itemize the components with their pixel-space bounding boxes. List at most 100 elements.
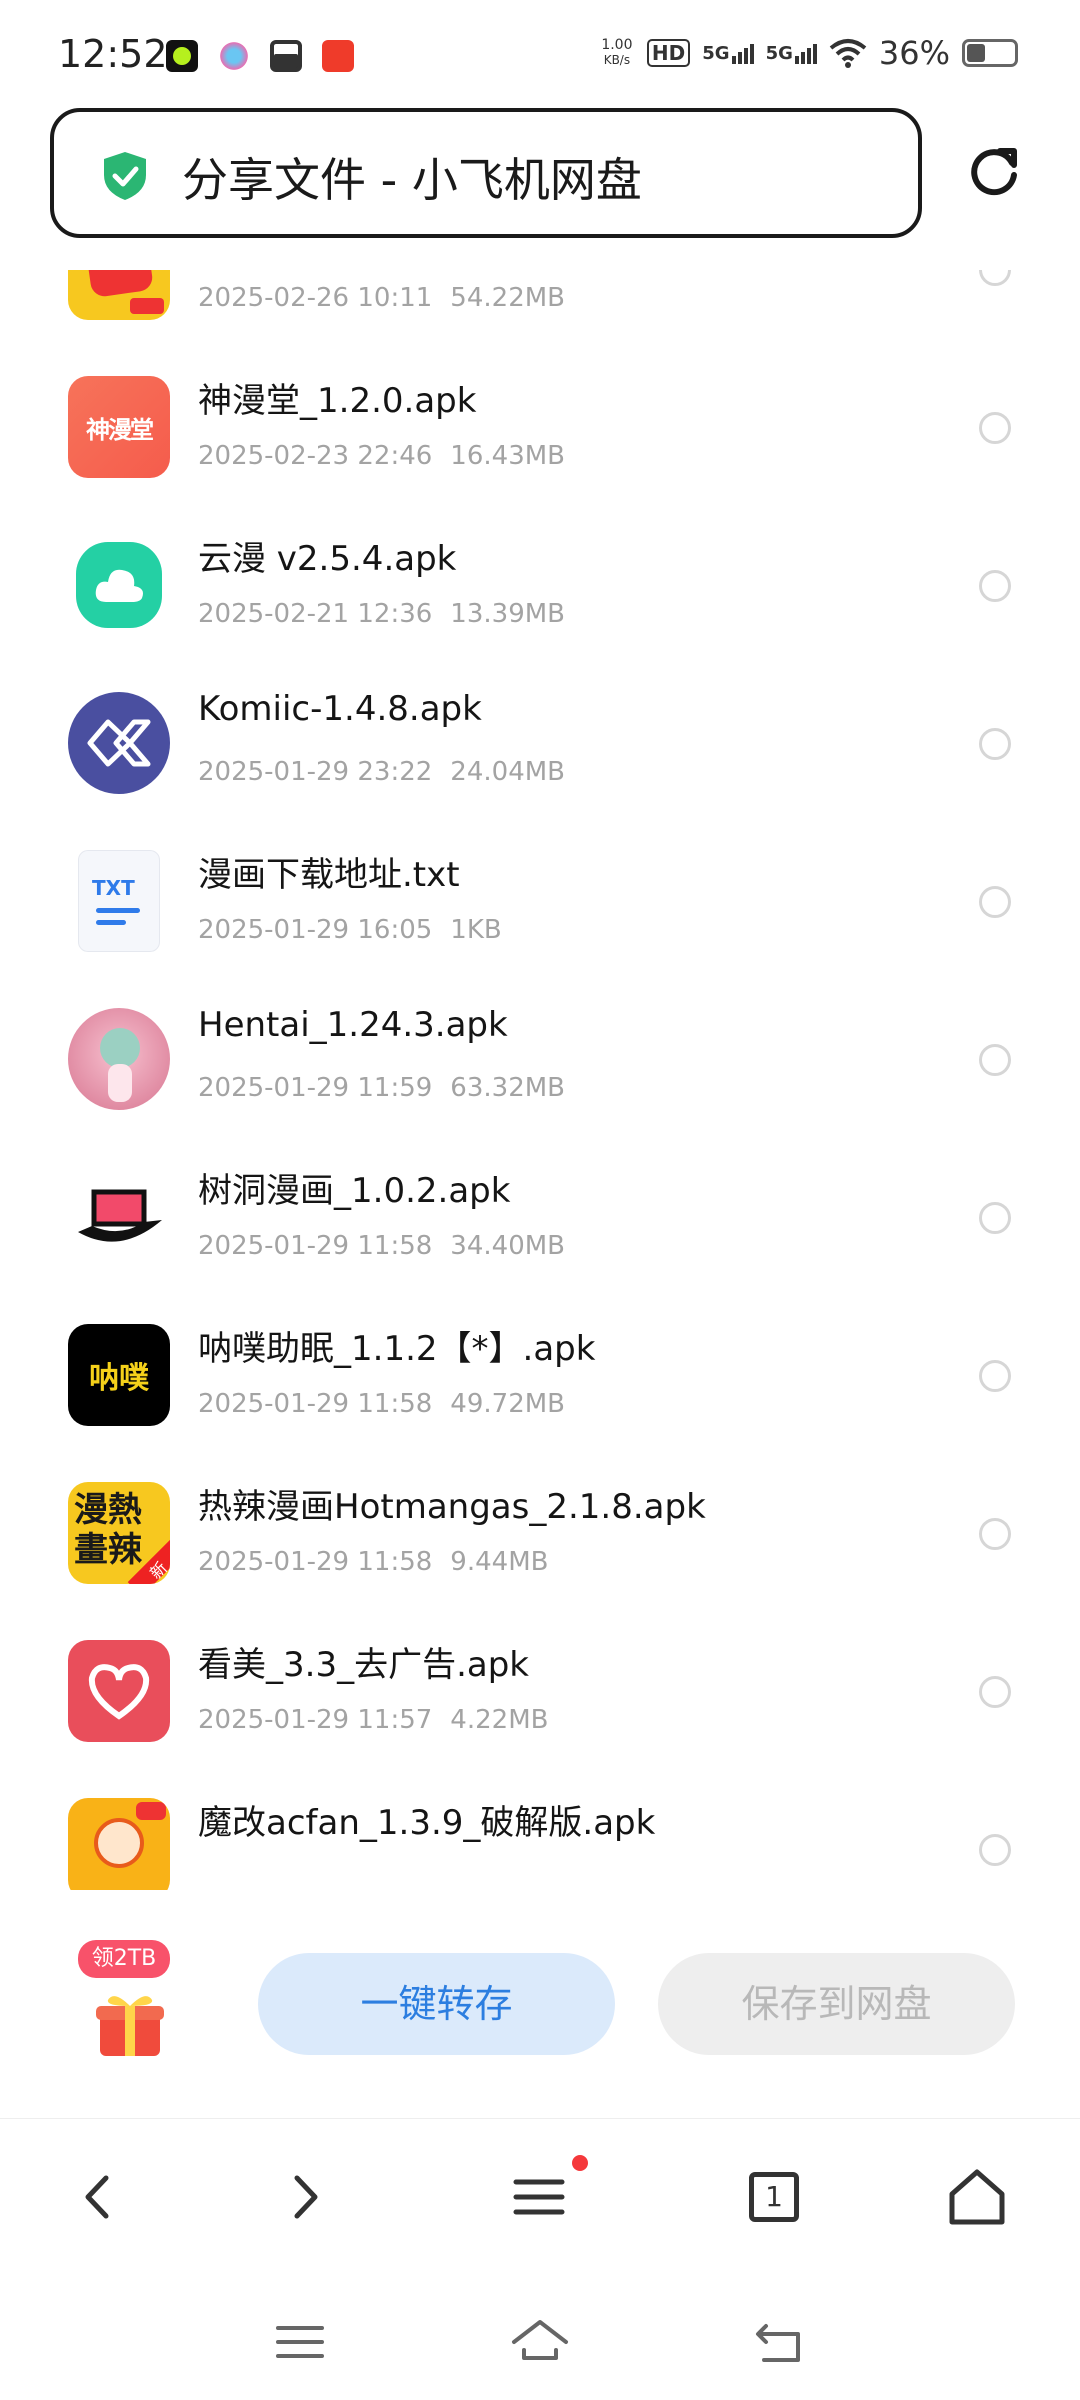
file-size: 49.72MB bbox=[450, 1389, 565, 1419]
select-radio[interactable] bbox=[979, 1202, 1011, 1234]
file-size: 1KB bbox=[450, 915, 502, 945]
system-nav-bar bbox=[0, 2290, 1080, 2400]
select-radio[interactable] bbox=[979, 1834, 1011, 1866]
select-radio[interactable] bbox=[979, 570, 1011, 602]
gift-promo[interactable]: 领2TB bbox=[76, 1940, 188, 2070]
menu-icon[interactable] bbox=[506, 2164, 572, 2230]
tabs-icon[interactable]: 1 bbox=[741, 2164, 807, 2230]
file-name: 云漫 v2.5.4.apk bbox=[198, 539, 457, 579]
file-list[interactable]: 2025-02-26 10:11 54.22MB 神漫堂 神漫堂_1.2.0.apk… bbox=[0, 270, 1080, 1890]
hd-icon: HD bbox=[646, 39, 691, 67]
manga-mini-app-icon bbox=[68, 270, 170, 320]
recents-icon[interactable] bbox=[270, 2312, 330, 2372]
shield-check-icon bbox=[104, 152, 146, 200]
select-radio[interactable] bbox=[979, 1518, 1011, 1550]
file-name: 神漫堂_1.2.0.apk bbox=[198, 381, 477, 421]
address-bar[interactable]: 分享文件 - 小飞机网盘 bbox=[50, 108, 922, 238]
status-bar: 12:52 1.00 KB/s HD 5G 5G 36% bbox=[0, 0, 1080, 110]
file-meta: 2025-01-29 23:22 24.04MB bbox=[198, 757, 565, 787]
taobao-app-icon bbox=[322, 40, 354, 72]
file-date: 2025-01-29 11:58 bbox=[198, 1389, 433, 1419]
file-row[interactable]: 2025-02-26 10:11 54.22MB bbox=[0, 270, 1080, 349]
clock: 12:52 bbox=[58, 32, 168, 76]
file-size: 54.22MB bbox=[450, 283, 565, 313]
file-name: Hentai_1.24.3.apk bbox=[198, 1005, 508, 1045]
file-date: 2025-01-29 23:22 bbox=[198, 757, 433, 787]
wifi-icon bbox=[829, 39, 867, 68]
file-size: 63.32MB bbox=[450, 1073, 565, 1103]
hotmangas-app-icon: 漫熱 畫辣 新 bbox=[68, 1482, 170, 1584]
page-title: 分享文件 - 小飞机网盘 bbox=[182, 153, 642, 207]
battery-percent: 36% bbox=[878, 34, 950, 72]
wallet-app-icon bbox=[270, 40, 302, 72]
select-radio[interactable] bbox=[979, 412, 1011, 444]
file-row[interactable]: 神漫堂 神漫堂_1.2.0.apk 2025-02-23 22:46 16.43MB bbox=[0, 349, 1080, 507]
file-meta: 2025-02-23 22:46 16.43MB bbox=[198, 441, 565, 471]
file-meta: 2025-01-29 11:59 63.32MB bbox=[198, 1073, 565, 1103]
file-name: Komiic-1.4.8.apk bbox=[198, 689, 482, 729]
file-row[interactable]: 树洞漫画_1.0.2.apk 2025-01-29 11:58 34.40MB bbox=[0, 1139, 1080, 1297]
file-name: 呐噗助眠_1.1.2【*】.apk bbox=[198, 1329, 596, 1369]
select-radio[interactable] bbox=[979, 270, 1011, 286]
txt-file-icon: TXT bbox=[68, 850, 170, 952]
file-meta: 2025-02-21 12:36 13.39MB bbox=[198, 599, 565, 629]
back-icon[interactable] bbox=[66, 2164, 132, 2230]
colorful-app-icon bbox=[218, 40, 250, 72]
acfan-app-icon bbox=[68, 1798, 170, 1890]
cloud-app-icon bbox=[68, 534, 170, 636]
reload-icon[interactable] bbox=[966, 143, 1022, 199]
treehole-hat-app-icon bbox=[68, 1166, 170, 1268]
file-date: 2025-01-29 16:05 bbox=[198, 915, 433, 945]
select-radio[interactable] bbox=[979, 1676, 1011, 1708]
gift-badge: 领2TB bbox=[78, 1940, 170, 1978]
network-speed: 1.00 KB/s bbox=[601, 37, 633, 68]
file-row[interactable]: Komiic-1.4.8.apk 2025-01-29 23:22 24.04MB bbox=[0, 665, 1080, 823]
file-size: 16.43MB bbox=[450, 441, 565, 471]
file-meta: 2025-01-29 16:05 1KB bbox=[198, 915, 502, 945]
file-row[interactable]: 漫熱 畫辣 新热辣漫画Hotmangas_2.1.8.apk 2025-01-29 … bbox=[0, 1455, 1080, 1613]
file-name: 看美_3.3_去广告.apk bbox=[198, 1645, 529, 1685]
forward-icon[interactable] bbox=[271, 2164, 337, 2230]
file-name: 热辣漫画Hotmangas_2.1.8.apk bbox=[198, 1487, 706, 1527]
file-row[interactable]: 呐噗 呐噗助眠_1.1.2【*】.apk 2025-01-29 11:58 49.72… bbox=[0, 1297, 1080, 1455]
notification-icons bbox=[166, 40, 354, 72]
file-date: 2025-01-29 11:59 bbox=[198, 1073, 433, 1103]
file-name: 漫画下载地址.txt bbox=[198, 855, 460, 895]
select-radio[interactable] bbox=[979, 886, 1011, 918]
file-size: 9.44MB bbox=[450, 1547, 549, 1577]
file-row[interactable]: TXT 漫画下载地址.txt 2025-01-29 16:05 1KB bbox=[0, 823, 1080, 981]
komiic-app-icon bbox=[68, 692, 170, 794]
file-row[interactable]: 看美_3.3_去广告.apk 2025-01-29 11:57 4.22MB bbox=[0, 1613, 1080, 1771]
battery-icon bbox=[962, 39, 1018, 67]
one-click-save-button[interactable]: 一键转存 bbox=[258, 1953, 615, 2055]
tab-count: 1 bbox=[749, 2172, 799, 2222]
anime-character-app-icon bbox=[68, 1008, 170, 1110]
shenmantang-app-icon: 神漫堂 bbox=[68, 376, 170, 478]
kanmei-heart-app-icon bbox=[68, 1640, 170, 1742]
select-radio[interactable] bbox=[979, 1044, 1011, 1076]
notification-dot bbox=[572, 2155, 588, 2171]
file-meta bbox=[198, 1863, 216, 1890]
file-meta: 2025-02-26 10:11 54.22MB bbox=[198, 283, 565, 313]
file-row[interactable]: Hentai_1.24.3.apk 2025-01-29 11:59 63.32MB bbox=[0, 981, 1080, 1139]
file-date: 2025-02-23 22:46 bbox=[198, 441, 433, 471]
file-meta: 2025-01-29 11:58 9.44MB bbox=[198, 1547, 548, 1577]
select-radio[interactable] bbox=[979, 728, 1011, 760]
system-home-icon[interactable] bbox=[510, 2312, 570, 2372]
file-row[interactable]: 魔改acfan_1.3.9_破解版.apk bbox=[0, 1771, 1080, 1890]
file-size: 24.04MB bbox=[450, 757, 565, 787]
select-radio[interactable] bbox=[979, 1360, 1011, 1392]
file-size: 34.40MB bbox=[450, 1231, 565, 1261]
file-size: 4.22MB bbox=[450, 1705, 549, 1735]
save-to-drive-button[interactable]: 保存到网盘 bbox=[658, 1953, 1015, 2055]
napu-app-icon: 呐噗 bbox=[68, 1324, 170, 1426]
signal-icon-sim1: 5G bbox=[702, 43, 754, 64]
system-back-icon[interactable] bbox=[748, 2312, 808, 2372]
status-indicators: 1.00 KB/s HD 5G 5G 36% bbox=[599, 34, 1018, 72]
file-date: 2025-01-29 11:58 bbox=[198, 1231, 433, 1261]
file-meta: 2025-01-29 11:58 34.40MB bbox=[198, 1231, 565, 1261]
file-row[interactable]: 云漫 v2.5.4.apk 2025-02-21 12:36 13.39MB bbox=[0, 507, 1080, 665]
file-date: 2025-02-26 10:11 bbox=[198, 283, 433, 313]
home-icon[interactable] bbox=[944, 2164, 1010, 2230]
file-date: 2025-01-29 11:58 bbox=[198, 1547, 433, 1577]
